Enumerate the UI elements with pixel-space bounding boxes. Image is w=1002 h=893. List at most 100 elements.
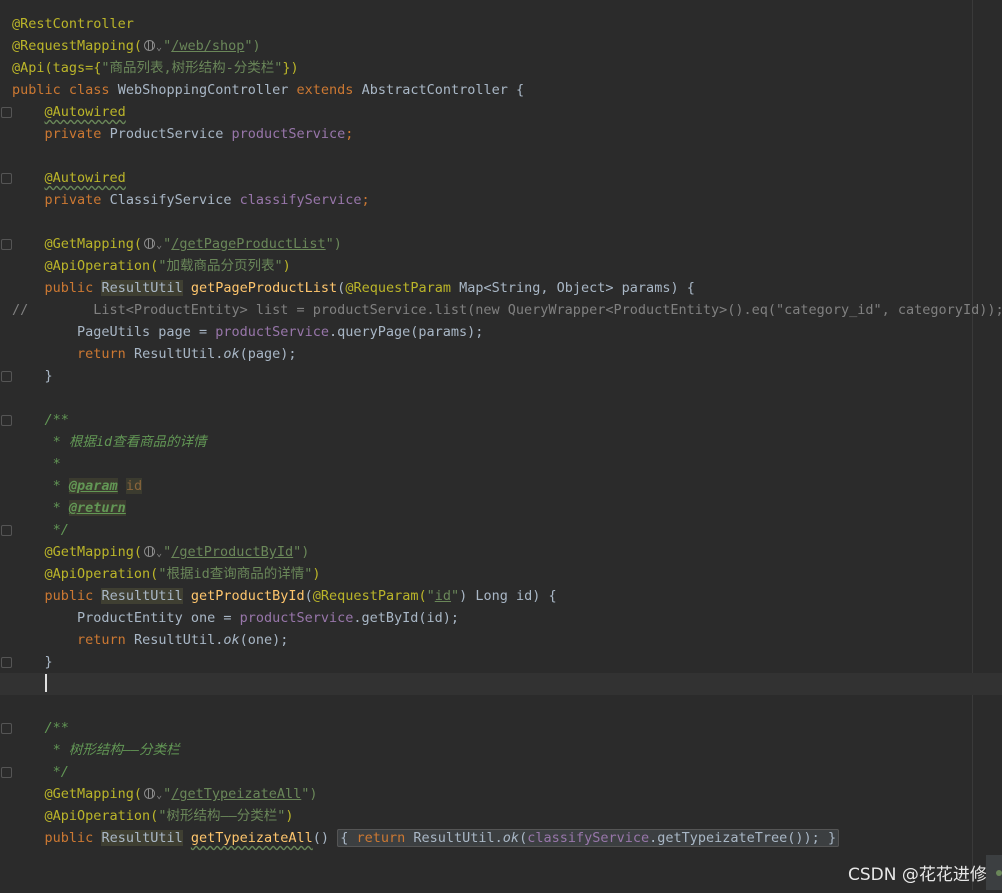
url-path[interactable]: /getTypeizateAll: [171, 786, 301, 802]
fold-icon[interactable]: [1, 767, 12, 778]
globe-icon[interactable]: [144, 788, 156, 799]
string-quote: ": [426, 588, 435, 604]
string-quote: ": [163, 38, 172, 54]
code-line: @GetMapping(⌄"/getTypeizateAll"): [0, 783, 1002, 805]
keyword: private: [44, 126, 102, 142]
doc-comment: */: [44, 522, 69, 538]
method-call: ok: [223, 632, 240, 648]
code-line: @GetMapping(⌄"/getPageProductList"): [0, 233, 1002, 255]
folded-region[interactable]: { return ResultUtil.ok(classifyService.g…: [337, 829, 840, 847]
class-ref: ResultUtil.: [133, 632, 224, 648]
paren: (: [418, 588, 427, 604]
params-signature: ) Long id) {: [459, 588, 557, 604]
chevron-down-icon[interactable]: ⌄: [156, 42, 162, 53]
code-editor[interactable]: @RestController @RequestMapping(⌄"/web/s…: [0, 0, 1002, 890]
keyword: return: [77, 346, 126, 362]
code-line: @ApiOperation("根据id查询商品的详情"): [44, 566, 321, 582]
string-quote: "): [325, 236, 342, 252]
url-path[interactable]: /getPageProductList: [171, 236, 325, 252]
code-line: private ProductService productService;: [0, 123, 1002, 145]
class-ref: ResultUtil.: [133, 346, 224, 362]
code-line: @ApiOperation("树形结构——分类栏"): [44, 808, 294, 824]
string-literal: id: [434, 588, 452, 604]
code-line: public ResultUtil getPageProductList(@Re…: [44, 280, 695, 296]
doc-comment: *: [44, 500, 69, 516]
doc-tag: @return: [68, 500, 126, 516]
type-name: ClassifyService: [109, 192, 232, 208]
string-literal: "加载商品分页列表": [158, 258, 283, 274]
type-name: ResultUtil: [101, 588, 183, 604]
doc-comment: * 根据id查看商品的详情: [44, 434, 207, 450]
code-line: }: [0, 365, 1002, 387]
keyword: return: [77, 632, 126, 648]
code-line: ProductEntity one = productService.getBy…: [0, 607, 1002, 629]
doc-comment: */: [44, 764, 69, 780]
keyword: public: [44, 830, 94, 846]
fold-icon[interactable]: [1, 239, 12, 250]
statement: ProductEntity one =: [77, 610, 240, 626]
fold-icon[interactable]: [1, 415, 12, 426]
string-quote: ": [451, 588, 460, 604]
globe-icon[interactable]: [144, 40, 156, 51]
type-name: ProductService: [109, 126, 224, 142]
watermark: CSDN @花花进修: [848, 865, 987, 885]
code-line: @RestController: [0, 13, 1002, 35]
annotation: @ApiOperation(: [44, 566, 159, 582]
text-caret: [44, 674, 47, 692]
class-name: WebShoppingController: [117, 82, 289, 98]
keyword: public: [44, 280, 94, 296]
annotation: @RequestMapping(: [12, 38, 143, 54]
type-name: ResultUtil: [101, 830, 183, 846]
url-path[interactable]: /getProductById: [171, 544, 293, 560]
arguments: (one);: [239, 632, 289, 648]
fold-icon[interactable]: [1, 525, 12, 536]
doc-comment: *: [44, 456, 61, 472]
brace: }: [44, 368, 53, 384]
chevron-down-icon[interactable]: ⌄: [156, 548, 162, 559]
chevron-down-icon[interactable]: ⌄: [156, 240, 162, 251]
method-call: .getById(id);: [353, 610, 460, 626]
annotation: @ApiOperation(: [44, 808, 159, 824]
code-line: }: [0, 651, 1002, 673]
string-literal: "树形结构——分类栏": [158, 808, 286, 824]
field-name: productService: [239, 610, 354, 626]
string-literal: "根据id查询商品的详情": [158, 566, 313, 582]
chevron-down-icon[interactable]: ⌄: [156, 790, 162, 801]
code-line: @GetMapping(⌄"/getProductById"): [0, 541, 1002, 563]
code-line: * @return: [0, 497, 1002, 519]
annotation: @RequestParam: [345, 280, 451, 296]
keyword: private: [44, 192, 102, 208]
code-line: @RequestMapping(⌄"/web/shop"): [0, 35, 1002, 57]
string-quote: "): [293, 544, 310, 560]
annotation: @RestController: [12, 16, 134, 32]
keyword: public: [12, 82, 61, 98]
fold-icon[interactable]: [1, 657, 12, 668]
keyword: class: [68, 82, 110, 98]
globe-icon[interactable]: [144, 546, 156, 557]
annotation: @Autowired: [44, 170, 126, 186]
code-line: /**: [0, 717, 1002, 739]
method-call: .queryPage(params);: [329, 324, 484, 340]
url-path[interactable]: /web/shop: [171, 38, 244, 54]
globe-icon[interactable]: [144, 238, 156, 249]
code-line: */: [0, 519, 1002, 541]
method-name: getProductById: [190, 588, 305, 604]
doc-comment: *: [44, 478, 69, 494]
doc-comment: /**: [44, 412, 69, 428]
code-line: public ResultUtil getProductById (@Reques…: [44, 588, 557, 604]
code-line: * @param id: [0, 475, 1002, 497]
fold-icon[interactable]: [1, 173, 12, 184]
semicolon: ;: [345, 126, 354, 142]
fold-icon[interactable]: [1, 371, 12, 382]
field-name: classifyService: [239, 192, 362, 208]
keyword: extends: [296, 82, 354, 98]
string-quote: ": [163, 544, 172, 560]
fold-icon[interactable]: [1, 107, 12, 118]
fold-icon[interactable]: [1, 723, 12, 734]
current-line[interactable]: [0, 673, 1002, 695]
code-line: return ResultUtil.ok(page);: [0, 343, 1002, 365]
status-indicator-icon[interactable]: [986, 855, 1002, 890]
code-line: */: [0, 761, 1002, 783]
code-line: private ClassifyService classifyService;: [0, 189, 1002, 211]
string-quote: "): [301, 786, 318, 802]
